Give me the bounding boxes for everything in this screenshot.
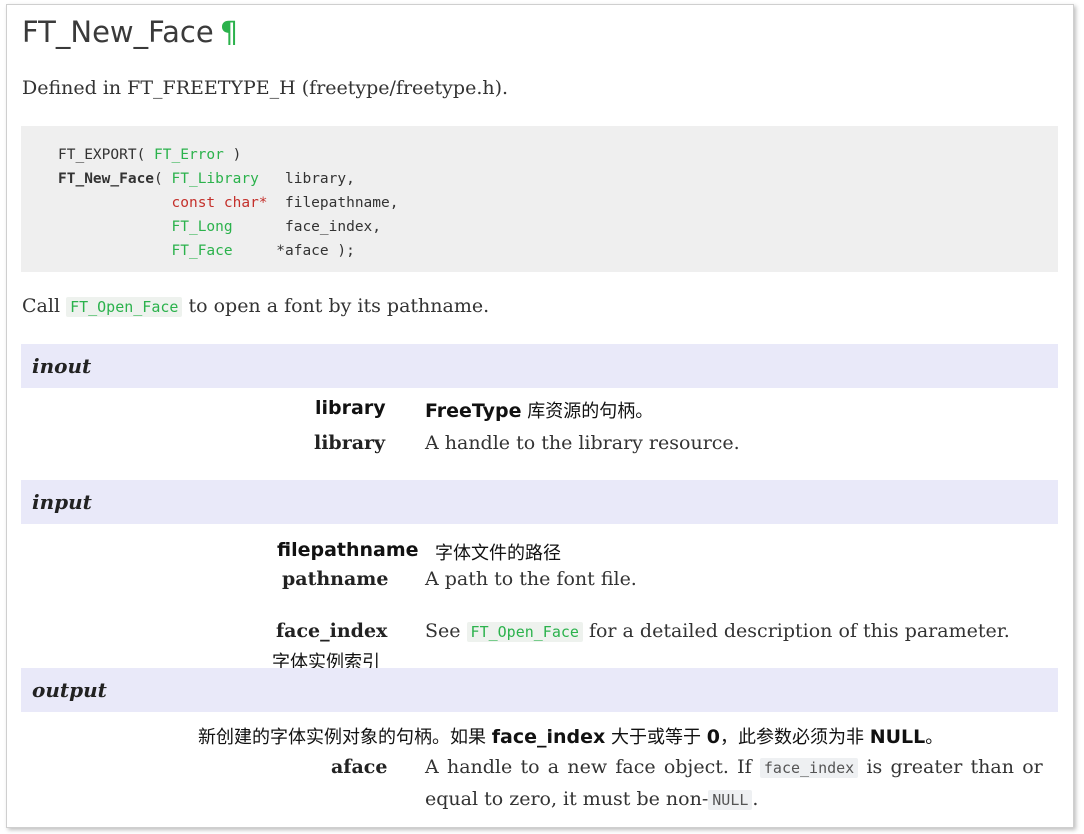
param-name: *aface ); bbox=[232, 243, 355, 259]
doc-frame: FT_New_Face ¶ Defined in FT_FREETYPE_H (f… bbox=[6, 4, 1074, 828]
macro-text: FT_EXPORT( bbox=[58, 147, 155, 163]
param-desc-aface-cn: 新创建的字体实例对象的句柄。如果 face_index 大于或等于 0，此参数必… bbox=[198, 723, 943, 749]
summary-after: to open a font by its pathname. bbox=[182, 295, 490, 317]
param-type-link[interactable]: FT_Face bbox=[172, 243, 233, 259]
param-desc-face-index: See FT_Open_Face for a detailed descript… bbox=[425, 620, 1010, 642]
cn-text: ，此参数必须为非 bbox=[719, 727, 870, 748]
signature-code-block: FT_EXPORT( FT_Error ) FT_New_Face( FT_Li… bbox=[21, 126, 1058, 272]
macro-close: ) bbox=[223, 147, 242, 163]
cn-text: 新创建的字体实例对象的句柄。如果 bbox=[198, 727, 492, 748]
anchor-link[interactable]: ¶ bbox=[220, 15, 238, 49]
section-title: inout bbox=[32, 354, 92, 378]
desc-text: equal to zero, it must be non- bbox=[425, 788, 709, 810]
desc-text: . bbox=[752, 788, 759, 810]
ft-open-face-link[interactable]: FT_Open_Face bbox=[66, 297, 183, 317]
cn-bold: NULL bbox=[869, 726, 926, 748]
summary-before: Call bbox=[22, 295, 67, 317]
param-type-link[interactable]: FT_Long bbox=[172, 219, 233, 235]
section-output: output bbox=[21, 668, 1058, 712]
param-desc-filepathname-cn: 字体文件的路径 bbox=[435, 543, 561, 564]
return-type-link[interactable]: FT_Error bbox=[154, 147, 224, 163]
param-desc-library-cn: FreeType 库资源的句柄。 bbox=[425, 397, 653, 423]
summary-text: Call FT_Open_Face to open a font by its … bbox=[22, 295, 489, 317]
param-desc-library: A handle to the library resource. bbox=[425, 432, 740, 454]
freetype-text: FreeType bbox=[425, 400, 522, 422]
param-name-face-index: face_index bbox=[276, 620, 388, 642]
param-type-link[interactable]: FT_Library bbox=[172, 171, 259, 187]
title-text: FT_New_Face bbox=[22, 15, 214, 49]
desc-text: A handle to a new face object. If bbox=[425, 756, 760, 778]
param-name: face_index, bbox=[232, 219, 382, 235]
defined-in-text: Defined in FT_FREETYPE_H (freetype/freet… bbox=[22, 77, 509, 99]
param-name-library-cn: library bbox=[315, 397, 386, 419]
face-index-code: face_index bbox=[759, 758, 859, 778]
section-title: output bbox=[32, 678, 107, 702]
section-inout: inout bbox=[21, 344, 1058, 388]
param-name: library, bbox=[258, 171, 355, 187]
section-input: input bbox=[21, 480, 1058, 524]
desc-before: See bbox=[425, 620, 467, 642]
param-desc-pathname: A path to the font file. bbox=[425, 568, 637, 590]
section-title: input bbox=[32, 490, 92, 514]
param-name-filepathname: filepathname bbox=[277, 539, 419, 561]
param-name-pathname: pathname bbox=[282, 568, 389, 590]
param-desc-aface-line1: A handle to a new face object. If face_i… bbox=[425, 756, 1058, 778]
cn-desc: 库资源的句柄。 bbox=[521, 401, 654, 422]
desc-after: for a detailed description of this param… bbox=[582, 620, 1010, 642]
desc-text: is greater than or bbox=[858, 756, 1043, 778]
param-name-aface: aface bbox=[331, 756, 388, 778]
function-name: FT_New_Face bbox=[58, 171, 155, 187]
cn-bold: face_index bbox=[491, 726, 606, 748]
null-code: NULL bbox=[708, 790, 753, 810]
signature-code: FT_EXPORT( FT_Error ) FT_New_Face( FT_Li… bbox=[58, 143, 398, 263]
param-desc-aface-line2: equal to zero, it must be non- NULL. bbox=[425, 788, 758, 810]
param-name-library: library bbox=[314, 432, 386, 454]
param-type: const char* bbox=[171, 195, 268, 211]
cn-bold: 0 bbox=[706, 726, 720, 748]
cn-text: 。 bbox=[925, 727, 944, 748]
cn-text: 大于或等于 bbox=[605, 727, 707, 748]
param-name: filepathname, bbox=[267, 195, 399, 211]
page-title: FT_New_Face ¶ bbox=[22, 15, 238, 49]
ft-open-face-link[interactable]: FT_Open_Face bbox=[466, 622, 583, 642]
open-paren: ( bbox=[154, 171, 172, 187]
